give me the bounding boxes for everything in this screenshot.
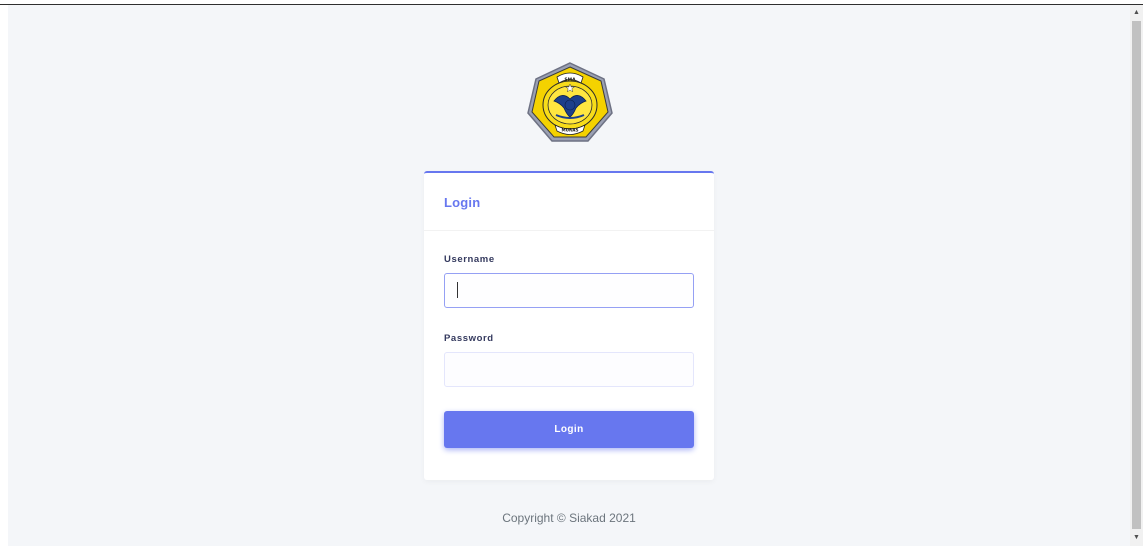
footer-copyright: Copyright © Siakad 2021 [502,511,636,525]
username-input[interactable] [444,273,694,308]
username-group: Username [444,254,694,308]
password-input[interactable] [444,352,694,387]
username-label: Username [444,254,495,265]
text-cursor [457,282,458,298]
password-label: Password [444,333,494,344]
window-left-edge [0,5,8,546]
school-emblem-icon: SMA MURAS [527,62,613,142]
password-group: Password [444,333,694,387]
school-logo: SMA MURAS [526,61,614,145]
login-card-title: Login [444,195,481,210]
vertical-scrollbar[interactable]: ▲ ▼ [1130,5,1143,546]
svg-text:MURAS: MURAS [561,128,578,133]
login-page: SMA MURAS Login Username Password Login … [8,5,1130,546]
scrollbar-thumb[interactable] [1132,21,1141,529]
login-button[interactable]: Login [444,411,694,448]
svg-text:SMA: SMA [564,77,576,83]
scroll-down-icon[interactable]: ▼ [1130,532,1143,544]
login-card: Login Username Password Login [424,171,714,480]
login-card-header: Login [424,173,714,231]
scroll-up-icon[interactable]: ▲ [1130,7,1143,19]
